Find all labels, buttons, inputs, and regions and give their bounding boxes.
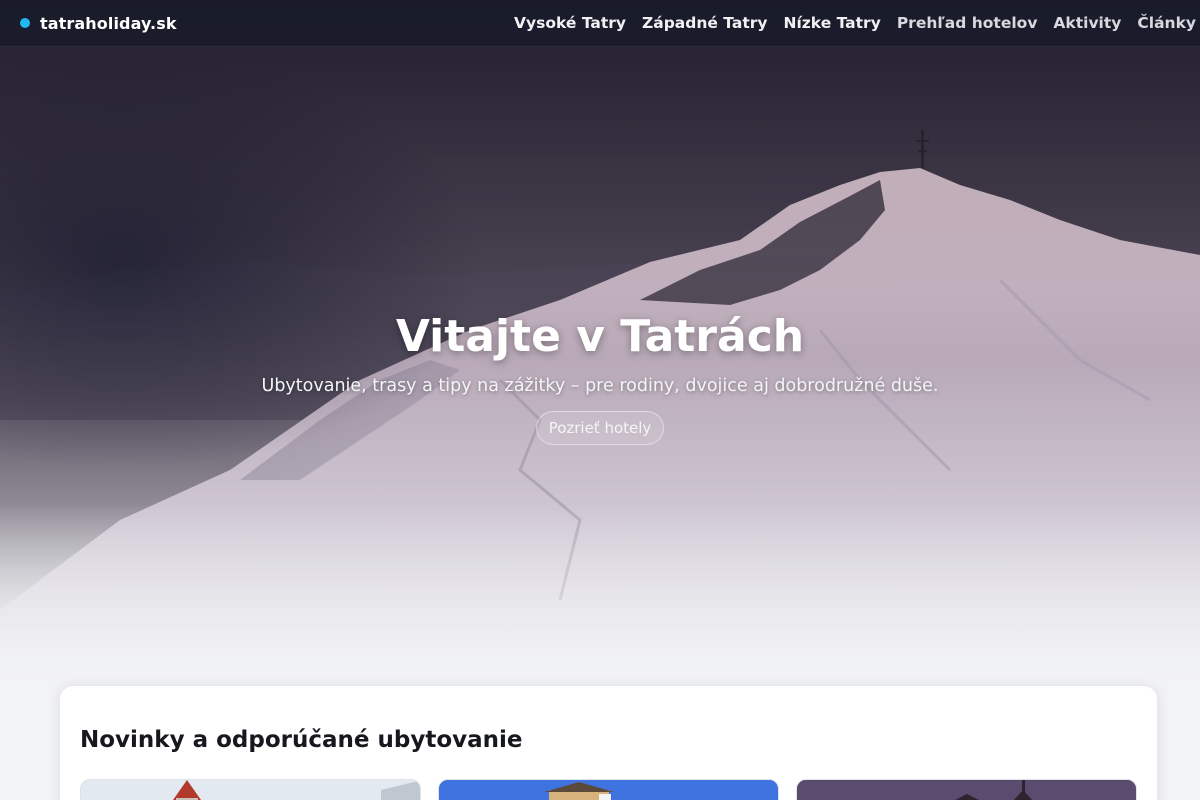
- hero-content: Vitajte v Tatrách Ubytovanie, trasy a ti…: [0, 306, 1200, 445]
- hotel-card-image-1[interactable]: [80, 779, 421, 800]
- brand-dot-icon: [20, 18, 30, 28]
- hero-title: Vitajte v Tatrách: [395, 311, 805, 362]
- hero-section: Vitajte v Tatrách Ubytovanie, trasy a ti…: [0, 0, 1200, 720]
- hotel-card-image-2[interactable]: [438, 779, 779, 800]
- nav-item-aktivity[interactable]: Aktivity: [1053, 14, 1121, 32]
- featured-title: Novinky a odporúčané ubytovanie: [80, 727, 523, 753]
- hotel-photo-2: [439, 780, 778, 800]
- nav-item-clanky[interactable]: Články: [1137, 14, 1196, 32]
- hotel-photo-1: [81, 780, 420, 800]
- hotel-photo-3: [797, 780, 1136, 800]
- nav-item-prehlad-hotelov[interactable]: Prehľad hotelov: [897, 14, 1038, 32]
- nav-item-zapadne-tatry[interactable]: Západné Tatry: [642, 14, 767, 32]
- main-menu: Vysoké Tatry Západné Tatry Nízke Tatry P…: [514, 14, 1196, 32]
- brand-name: tatraholiday.sk: [40, 13, 177, 33]
- top-navbar: tatraholiday.sk Vysoké Tatry Západné Tat…: [0, 0, 1200, 47]
- nav-item-nizke-tatry[interactable]: Nízke Tatry: [784, 14, 881, 32]
- nav-item-vysoke-tatry[interactable]: Vysoké Tatry: [514, 14, 626, 32]
- brand[interactable]: tatraholiday.sk: [20, 14, 177, 33]
- page: Vitajte v Tatrách Ubytovanie, trasy a ti…: [0, 0, 1200, 800]
- featured-panel: Novinky a odporúčané ubytovanie: [59, 685, 1158, 800]
- hotel-card-image-3[interactable]: [796, 779, 1137, 800]
- view-hotels-button[interactable]: Pozrieť hotely: [535, 411, 665, 445]
- hero-subtitle: Ubytovanie, trasy a tipy na zážitky – pr…: [261, 376, 939, 396]
